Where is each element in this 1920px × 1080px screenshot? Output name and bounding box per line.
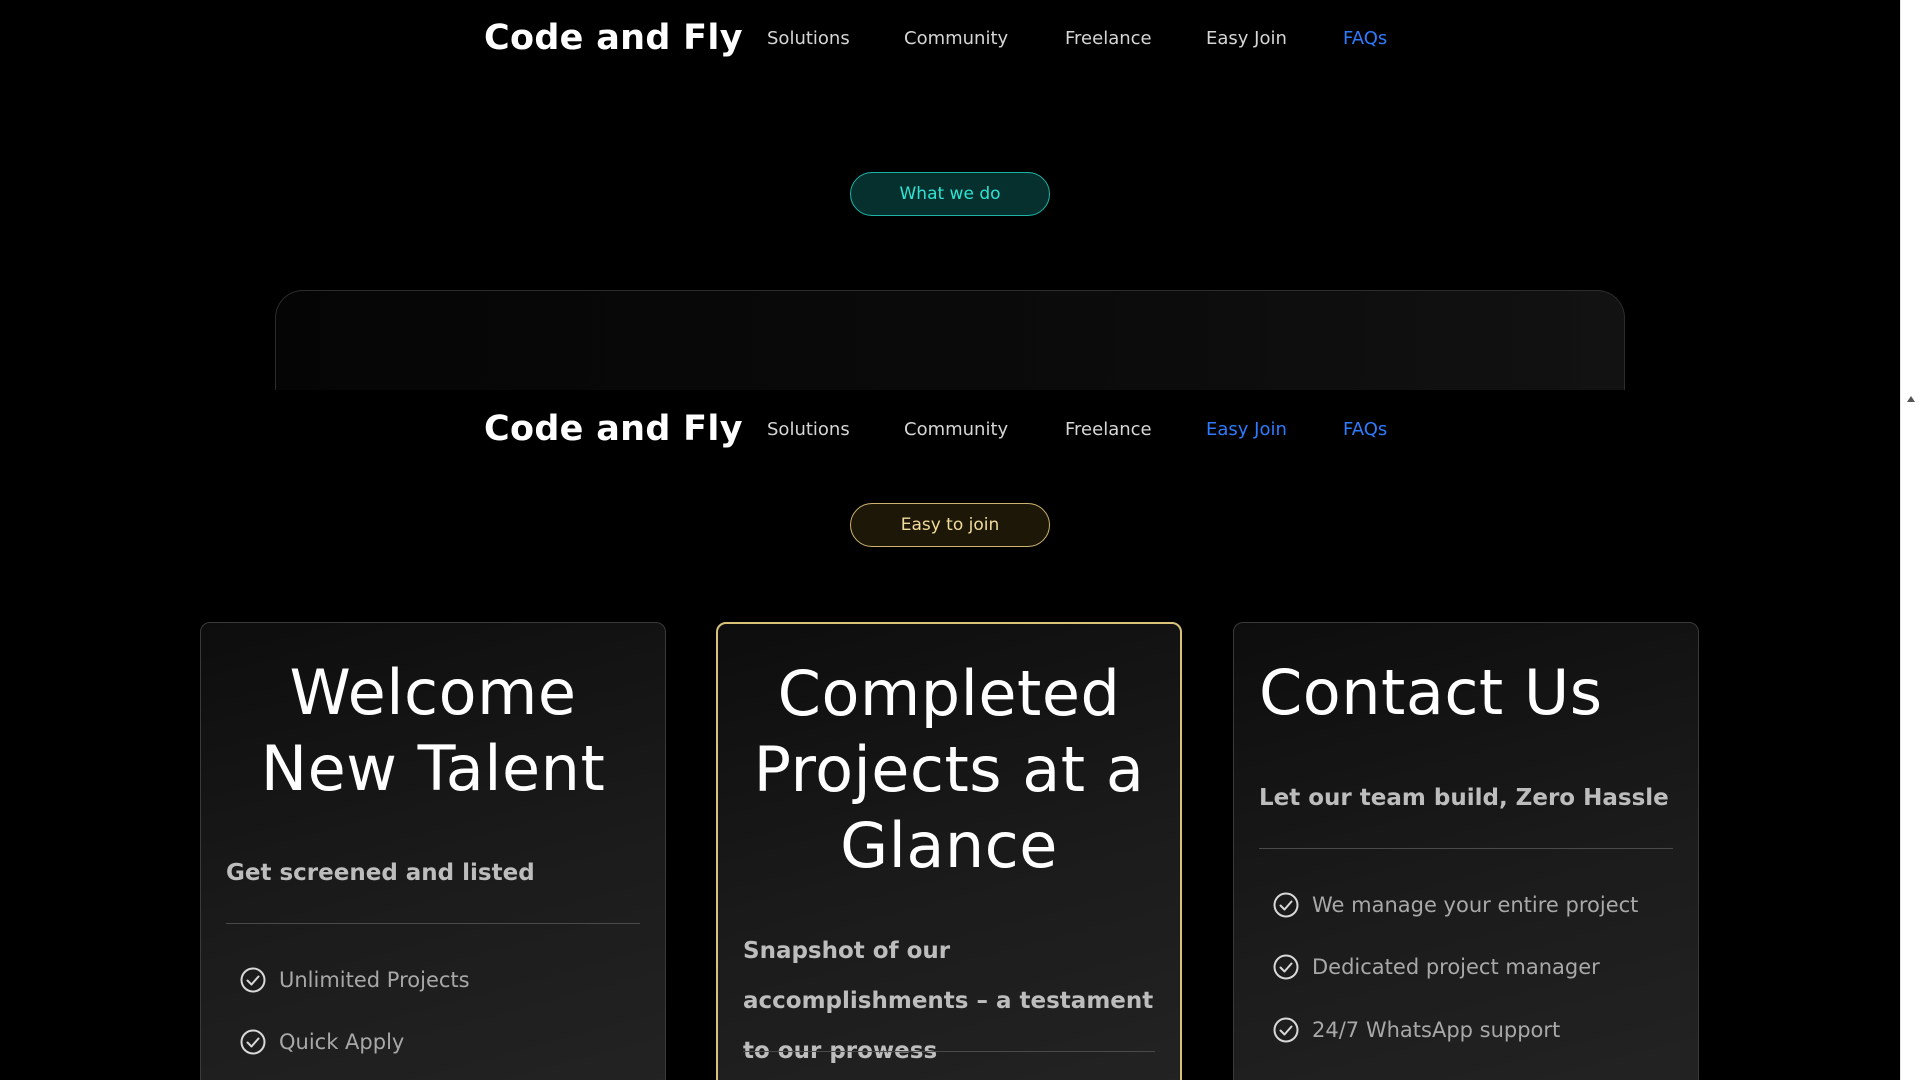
card-divider xyxy=(743,1051,1155,1052)
check-circle-icon xyxy=(1273,892,1299,918)
nav-link-faqs[interactable]: FAQs xyxy=(1343,419,1387,440)
top-navbar: Code and Fly Solutions Community Freelan… xyxy=(0,0,1900,80)
page-viewport: Code and Fly Solutions Community Freelan… xyxy=(0,0,1900,1080)
card-title: Contact Us xyxy=(1259,656,1603,729)
feature-item: We manage your entire project xyxy=(1272,891,1638,919)
sticky-navbar: Code and Fly Solutions Community Freelan… xyxy=(0,390,1900,470)
card-divider xyxy=(226,923,640,924)
card-title: Completed Projects at a Glance xyxy=(753,657,1145,882)
card-subtitle: Snapshot of our accomplishments – a test… xyxy=(743,938,1154,1064)
brand-logo[interactable]: Code and Fly xyxy=(484,18,743,58)
check-circle-icon xyxy=(240,1029,266,1055)
feature-label: We manage your entire project xyxy=(1312,893,1639,917)
easy-to-join-pill[interactable]: Easy to join xyxy=(850,503,1050,547)
nav-link-community[interactable]: Community xyxy=(904,419,1008,440)
nav-link-solutions[interactable]: Solutions xyxy=(767,419,850,440)
completed-projects-card: Completed Projects at a Glance Snapshot … xyxy=(716,622,1182,1080)
feature-label: Dedicated project manager xyxy=(1312,955,1600,979)
feature-item: Dedicated project manager xyxy=(1272,953,1600,981)
nav-link-easy-join[interactable]: Easy Join xyxy=(1206,419,1287,440)
feature-item: 24/7 WhatsApp support xyxy=(1272,1016,1560,1044)
showcase-frame xyxy=(275,290,1625,390)
contact-us-card: Contact Us Let our team build, Zero Hass… xyxy=(1233,622,1699,1080)
brand-logo[interactable]: Code and Fly xyxy=(484,409,743,449)
card-subtitle: Get screened and listed xyxy=(226,860,535,886)
nav-link-easy-join[interactable]: Easy Join xyxy=(1206,28,1287,49)
what-we-do-pill[interactable]: What we do xyxy=(850,172,1050,216)
nav-link-community[interactable]: Community xyxy=(904,28,1008,49)
nav-link-freelance[interactable]: Freelance xyxy=(1065,419,1152,440)
check-circle-icon xyxy=(1273,954,1299,980)
vertical-scrollbar[interactable] xyxy=(1900,0,1920,1080)
nav-link-faqs[interactable]: FAQs xyxy=(1343,28,1387,49)
feature-label: Quick Apply xyxy=(279,1030,405,1054)
scroll-up-arrow-icon[interactable] xyxy=(1907,396,1915,402)
feature-label: Unlimited Projects xyxy=(279,968,470,992)
card-title: Welcome New Talent xyxy=(260,656,606,805)
nav-link-freelance[interactable]: Freelance xyxy=(1065,28,1152,49)
card-subtitle: Let our team build, Zero Hassle xyxy=(1259,785,1669,811)
card-divider xyxy=(1259,848,1673,849)
feature-item: Quick Apply xyxy=(239,1028,404,1056)
check-circle-icon xyxy=(1273,1017,1299,1043)
new-talent-card: Welcome New Talent Get screened and list… xyxy=(200,622,666,1080)
feature-item: Unlimited Projects xyxy=(239,966,470,994)
feature-label: 24/7 WhatsApp support xyxy=(1312,1018,1561,1042)
check-circle-icon xyxy=(240,967,266,993)
nav-link-solutions[interactable]: Solutions xyxy=(767,28,850,49)
